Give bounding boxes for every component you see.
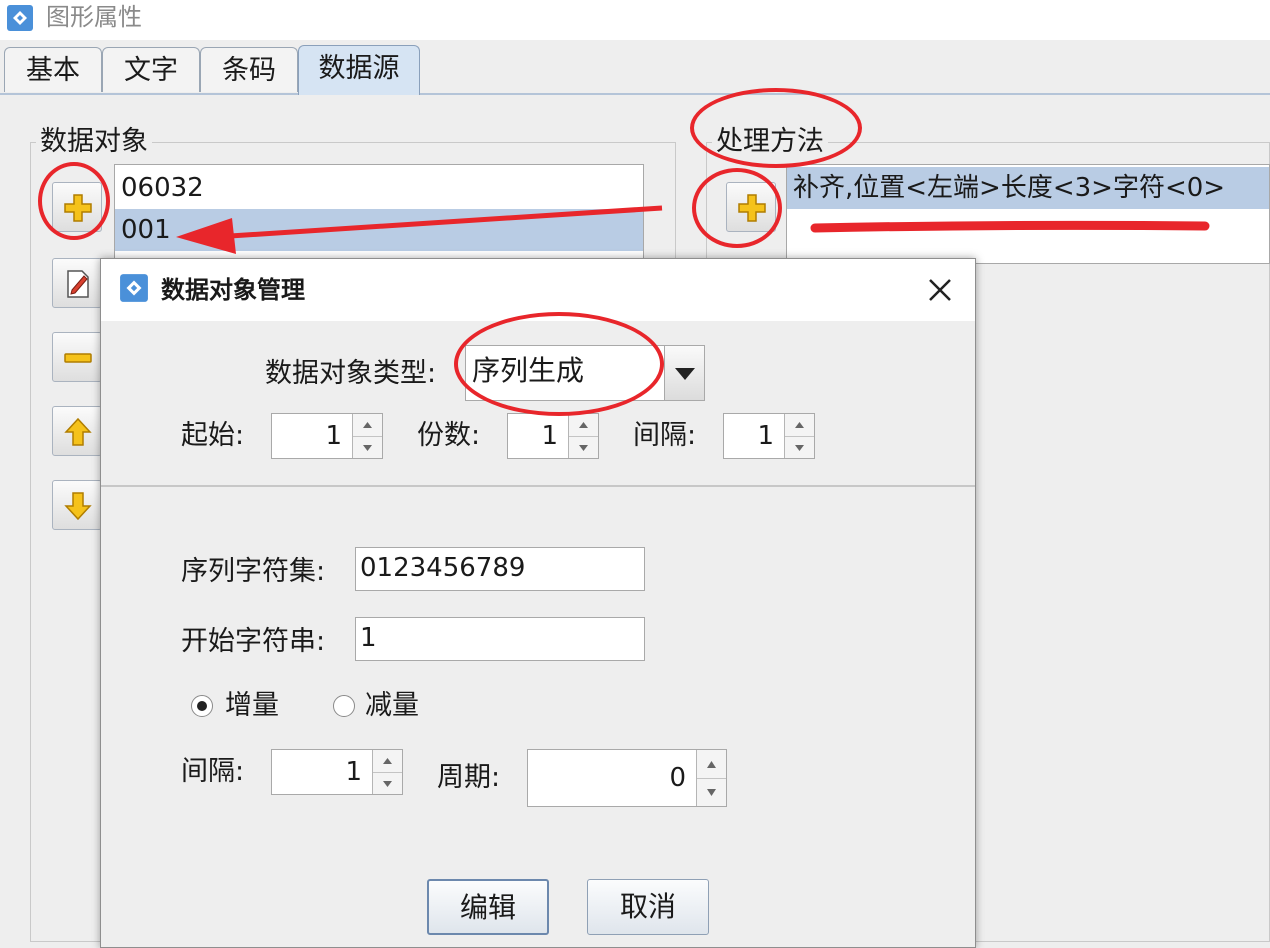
annotation-arrowhead (176, 218, 236, 254)
annotation-arrow-line (229, 205, 663, 239)
annotation-underline (810, 220, 1210, 233)
annotation-overlay (176, 205, 1210, 254)
